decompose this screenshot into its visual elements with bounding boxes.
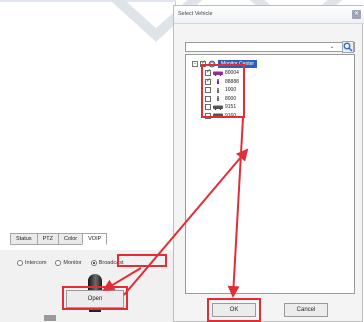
tab-ptz[interactable]: PTZ: [36, 233, 58, 245]
search-icon[interactable]: [342, 41, 354, 53]
radio-button[interactable]: [55, 260, 62, 266]
radio-button[interactable]: [17, 260, 23, 266]
panel-tab-strip: Status PTZ Color VOIP: [10, 233, 108, 245]
dialog-title-bar: Select Vehicle ✕: [174, 6, 364, 24]
radio-intercom[interactable]: Intercom: [17, 260, 46, 266]
open-highlight-box: [62, 286, 128, 310]
cancel-button[interactable]: Cancel: [284, 303, 328, 317]
select-vehicle-dialog: Select Vehicle ✕ ⌄ − Monitor Center: [173, 5, 364, 322]
broadcast-highlight-box: [117, 254, 167, 267]
status-indicator: [44, 315, 56, 321]
tab-color[interactable]: Color: [57, 233, 83, 245]
radio-label: Monitor: [63, 260, 82, 266]
radio-label: Intercom: [25, 260, 47, 266]
vehicle-selection-highlight-box: [201, 64, 245, 118]
close-button[interactable]: ✕: [352, 10, 361, 19]
ok-highlight-box: [207, 298, 261, 322]
dialog-title: Select Vehicle: [178, 11, 213, 17]
radio-button[interactable]: [90, 260, 97, 266]
tab-status[interactable]: Status: [10, 233, 37, 245]
tab-voip[interactable]: VOIP: [82, 233, 108, 245]
chevron-down-icon[interactable]: ⌄: [328, 43, 336, 51]
collapse-toggle[interactable]: −: [192, 60, 198, 67]
radio-monitor[interactable]: Monitor: [55, 260, 82, 266]
